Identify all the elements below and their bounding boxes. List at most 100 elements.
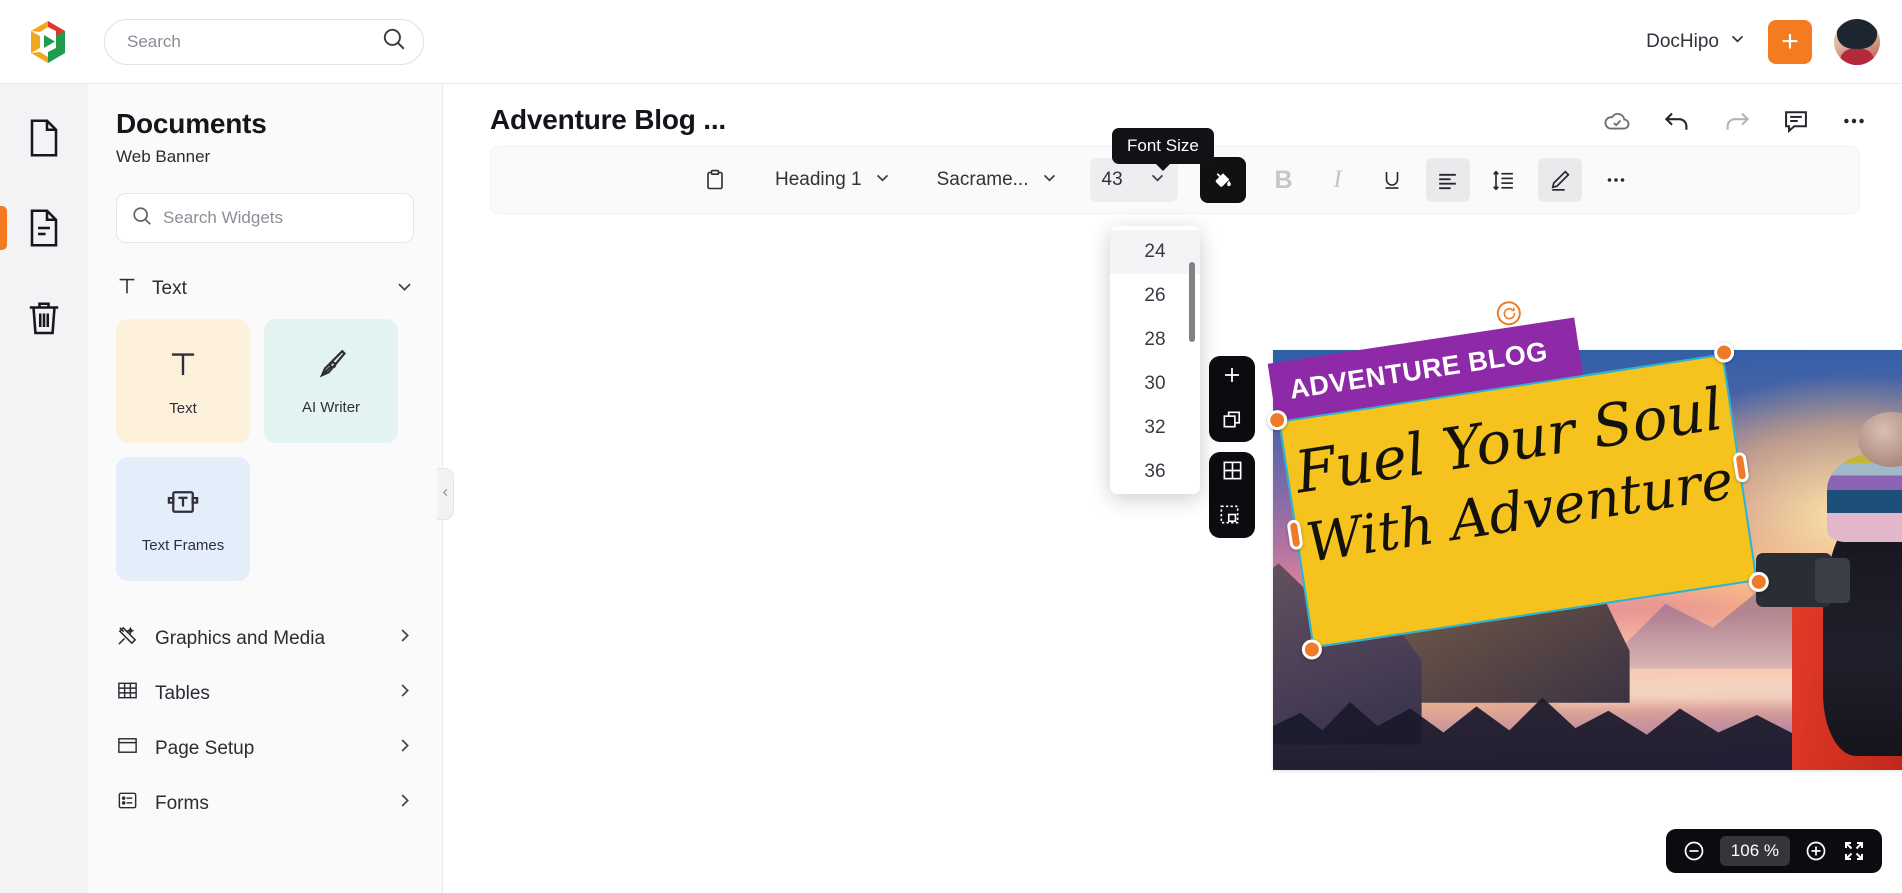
chevron-right-icon	[395, 626, 414, 651]
widget-card-text-frames[interactable]: Text Frames	[116, 457, 250, 581]
chevron-down-icon	[874, 169, 891, 192]
font-size-option[interactable]: 30	[1110, 362, 1200, 406]
cloud-saved-icon[interactable]	[1602, 106, 1632, 136]
more-options-button[interactable]	[1840, 107, 1868, 135]
rail-item-new-document[interactable]	[14, 106, 74, 170]
table-grid-icon	[116, 679, 139, 708]
more-text-options-button[interactable]	[1594, 158, 1638, 202]
category-label: Tables	[155, 682, 210, 704]
font-size-option[interactable]: 32	[1110, 406, 1200, 450]
document-type-label: Web Banner	[116, 147, 211, 166]
widget-card-label: Text	[169, 400, 197, 417]
highlighter-button[interactable]	[1537, 158, 1582, 202]
text-t-icon	[116, 275, 138, 303]
top-bar-right: DocHipo +	[1646, 18, 1880, 65]
font-size-option[interactable]: 24	[1110, 230, 1200, 274]
text-frame-icon	[165, 484, 201, 525]
zoom-in-icon[interactable]	[1804, 839, 1828, 863]
font-size-scrollbar[interactable]	[1189, 262, 1195, 342]
top-bar: DocHipo +	[0, 0, 1902, 84]
widget-card-label: AI Writer	[301, 399, 361, 416]
object-toolbar-add	[1209, 356, 1255, 442]
line-height-button[interactable]	[1482, 158, 1526, 202]
duplicate-icon[interactable]	[1221, 408, 1244, 436]
search-input[interactable]	[127, 31, 381, 52]
chevron-down-icon	[1041, 169, 1058, 192]
chevron-right-icon	[395, 681, 414, 706]
avatar[interactable]	[1834, 18, 1880, 65]
paste-button[interactable]	[693, 158, 737, 202]
dochipo-logo-icon[interactable]	[20, 14, 76, 70]
paragraph-style-dropdown[interactable]: Heading 1	[763, 158, 903, 202]
search-icon	[381, 26, 407, 57]
search-widgets-input[interactable]	[163, 208, 399, 228]
page-title: Documents	[116, 108, 267, 139]
object-toolbar-layout	[1209, 452, 1255, 538]
widget-card-label: Text Frames	[141, 537, 225, 554]
category-label: Forms	[155, 792, 209, 814]
underline-button[interactable]	[1370, 158, 1414, 202]
font-size-option[interactable]: 26	[1110, 274, 1200, 318]
bold-icon: B	[1274, 165, 1293, 194]
zoom-out-icon[interactable]	[1682, 839, 1706, 863]
chevron-right-icon	[395, 791, 414, 816]
chevron-down-icon	[1729, 30, 1746, 53]
text-t-icon	[164, 345, 202, 388]
global-search[interactable]	[104, 18, 424, 65]
document-actions	[1602, 106, 1868, 136]
chevron-left-icon	[440, 485, 451, 503]
dochipo-editor: DocHipo +	[0, 0, 1902, 893]
section-label: Text	[152, 278, 187, 299]
widget-card-ai-writer[interactable]: AI Writer	[264, 319, 398, 443]
crop-selection-icon[interactable]	[1218, 503, 1245, 531]
zoom-level[interactable]: 106 %	[1719, 836, 1790, 866]
chevron-right-icon	[395, 736, 414, 761]
category-graphics-and-media[interactable]: Graphics and Media	[116, 611, 414, 666]
plus-icon[interactable]	[1220, 363, 1244, 392]
widget-cards: Text AI Writer Text Frames	[116, 319, 414, 581]
section-header-text[interactable]: Text	[116, 275, 414, 303]
italic-icon: I	[1333, 166, 1342, 193]
category-forms[interactable]: Forms	[116, 776, 414, 831]
document-title[interactable]: Adventure Blog ...	[490, 104, 726, 136]
workspace-menu[interactable]: DocHipo	[1646, 30, 1746, 53]
font-size-option[interactable]: 28	[1110, 318, 1200, 362]
workspace-label: DocHipo	[1646, 30, 1719, 52]
page-setup-icon	[116, 734, 139, 763]
rotate-handle-icon[interactable]	[1495, 299, 1523, 327]
category-page-setup[interactable]: Page Setup	[116, 721, 414, 776]
undo-button[interactable]	[1662, 106, 1692, 136]
align-left-button[interactable]	[1425, 158, 1470, 202]
create-new-button[interactable]: +	[1768, 19, 1812, 64]
chevron-down-icon	[1149, 169, 1166, 192]
widget-search[interactable]	[116, 193, 414, 243]
comments-button[interactable]	[1782, 107, 1810, 135]
paragraph-style-value: Heading 1	[775, 169, 862, 190]
plus-icon: +	[1781, 24, 1799, 58]
redo-button[interactable]	[1722, 106, 1752, 136]
zoom-control: 106 %	[1665, 829, 1882, 873]
font-size-option[interactable]: 36	[1110, 450, 1200, 494]
widget-categories: Graphics and Media Tables Page Setup For…	[116, 611, 414, 831]
panel-collapse-handle[interactable]	[437, 468, 454, 520]
search-icon	[131, 205, 153, 232]
grid-icon[interactable]	[1221, 459, 1244, 487]
pen-nib-icon	[313, 346, 349, 387]
bold-button[interactable]: B	[1262, 158, 1306, 202]
font-size-tooltip: Font Size	[1112, 128, 1214, 164]
rail-item-trash[interactable]	[14, 286, 74, 350]
widget-card-text[interactable]: Text	[116, 319, 250, 443]
category-tables[interactable]: Tables	[116, 666, 414, 721]
chevron-down-icon	[395, 277, 414, 302]
fullscreen-expand-icon[interactable]	[1842, 839, 1866, 863]
photographer-figure	[1755, 409, 1902, 770]
font-family-value: Sacrame...	[936, 169, 1029, 190]
font-family-dropdown[interactable]: Sacrame...	[925, 158, 1070, 202]
widgets-panel: Documents Web Banner Text	[88, 84, 443, 893]
italic-button[interactable]: I	[1316, 158, 1360, 202]
icon-rail	[0, 84, 88, 893]
forms-icon	[116, 789, 139, 818]
category-label: Graphics and Media	[155, 627, 326, 649]
rail-item-documents[interactable]	[0, 196, 74, 260]
font-size-menu[interactable]: 24 26 28 30 32 36	[1110, 226, 1200, 494]
